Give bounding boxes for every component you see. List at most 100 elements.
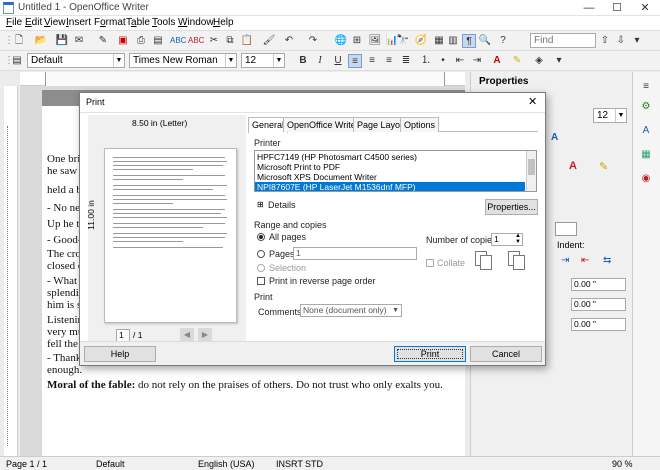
styles-deck-icon[interactable]: A <box>639 124 653 138</box>
new-document-icon[interactable]: 🗋 <box>12 34 26 48</box>
find-replace-icon[interactable]: 🔭 <box>396 34 410 48</box>
pages-input[interactable]: 1 <box>293 247 417 260</box>
underline-button[interactable]: U <box>331 54 345 68</box>
font-name-select[interactable]: Times New Roman ▼ <box>129 53 237 68</box>
minimize-button[interactable]: — <box>575 0 603 16</box>
navigator-icon[interactable]: 🧭 <box>414 34 428 48</box>
print-button[interactable]: Print <box>394 346 466 362</box>
next-page-icon[interactable]: ▶ <box>198 328 212 341</box>
indent-decrease-icon[interactable]: ⇤ <box>581 255 589 266</box>
toolbar-options-icon[interactable]: ▾ <box>552 54 566 68</box>
copy-icon[interactable]: ⧉ <box>223 34 237 48</box>
indent-after-field[interactable]: 0.00 " <box>571 298 626 311</box>
reverse-order-checkbox[interactable] <box>257 277 265 285</box>
font-size-select[interactable]: 12 ▼ <box>241 53 285 68</box>
clone-formatting-icon[interactable]: 🖌 <box>262 34 276 48</box>
printer-list-scrollbar[interactable] <box>526 151 536 191</box>
hyperlink-icon[interactable]: 🌐 <box>334 34 348 48</box>
menu-view[interactable]: View <box>44 17 66 28</box>
navigator-deck-icon[interactable]: ◉ <box>639 172 653 186</box>
sidebar-menu-icon[interactable]: ≡ <box>639 80 653 94</box>
first-line-indent-field[interactable]: 0.00 " <box>571 318 626 331</box>
status-insert-mode[interactable]: INSRT <box>276 459 303 469</box>
sidebar-font-size-select[interactable]: 12 ▼ <box>593 108 627 123</box>
open-folder-icon[interactable]: 📂 <box>34 34 48 48</box>
export-pdf-icon[interactable]: ▣ <box>116 34 130 48</box>
spinner-arrows-icon[interactable]: ▲ ▼ <box>515 233 521 245</box>
status-language[interactable]: English (USA) <box>198 459 255 469</box>
menu-edit[interactable]: Edit <box>25 17 42 28</box>
selection-radio[interactable] <box>257 264 265 272</box>
printer-item[interactable]: HPFC7149 (HP Photosmart C4500 series) <box>255 152 525 162</box>
cancel-button[interactable]: Cancel <box>470 346 542 362</box>
dialog-close-icon[interactable]: ✕ <box>528 95 537 108</box>
align-center-icon[interactable]: ≡ <box>365 54 379 68</box>
copies-input[interactable]: 1 ▲ ▼ <box>491 233 523 246</box>
menu-table[interactable]: Table <box>126 17 150 28</box>
printer-list[interactable]: HPFC7149 (HP Photosmart C4500 series) Mi… <box>254 150 537 192</box>
cut-icon[interactable]: ✂ <box>207 34 221 48</box>
printer-item-selected[interactable]: NPI87607E (HP LaserJet M1536dnf MFP) <box>255 182 525 191</box>
tab-openoffice-writer[interactable]: OpenOffice Writer <box>283 117 363 132</box>
align-right-icon[interactable]: ≡ <box>382 54 396 68</box>
toolbar-options-icon[interactable]: ▾ <box>630 34 644 48</box>
page-preview-icon[interactable]: ▤ <box>151 34 165 48</box>
properties-deck-icon[interactable]: ⚙ <box>639 100 653 114</box>
align-left-icon[interactable]: ≡ <box>348 54 362 68</box>
font-color-icon[interactable]: A <box>490 54 504 68</box>
details-label[interactable]: Details <box>268 200 296 210</box>
formatting-marks-icon[interactable]: ¶ <box>462 34 476 48</box>
menu-window[interactable]: Window <box>178 17 214 28</box>
table-icon[interactable]: ⊞ <box>350 34 364 48</box>
menu-tools[interactable]: Tools <box>152 17 175 28</box>
find-input[interactable]: Find <box>530 33 596 48</box>
data-sources-icon[interactable]: ▥ <box>446 34 460 48</box>
gallery-icon[interactable]: ▦ <box>432 34 446 48</box>
sidebar-spacing-icon[interactable] <box>555 222 577 236</box>
status-selection-mode[interactable]: STD <box>305 459 323 469</box>
help-icon[interactable]: ? <box>496 34 510 48</box>
autospellcheck-icon[interactable]: ABC <box>188 34 204 48</box>
edit-file-icon[interactable]: ✎ <box>96 34 110 48</box>
menu-help[interactable]: Help <box>213 17 234 28</box>
justify-icon[interactable]: ≣ <box>399 54 413 68</box>
zoom-icon[interactable]: 🔍 <box>478 34 492 48</box>
sidebar-font-color-icon[interactable]: A <box>569 160 583 174</box>
properties-button[interactable]: Properties... <box>485 199 538 215</box>
help-button[interactable]: Help <box>84 346 156 362</box>
spellcheck-icon[interactable]: ABC <box>170 34 186 48</box>
sidebar-highlight-icon[interactable]: ✎ <box>599 160 613 174</box>
redo-icon[interactable]: ↷ <box>306 34 320 48</box>
horizontal-ruler[interactable] <box>20 72 465 86</box>
details-expander-icon[interactable]: ⊞ <box>257 200 264 209</box>
highlight-icon[interactable]: ✎ <box>510 54 524 68</box>
printer-item[interactable]: Microsoft Print to PDF <box>255 162 525 172</box>
print-icon[interactable]: ⎙ <box>134 34 148 48</box>
indent-increase-icon[interactable]: ⇥ <box>561 255 569 266</box>
tab-options[interactable]: Options <box>400 117 440 132</box>
menu-format[interactable]: Format <box>94 17 126 28</box>
bold-button[interactable]: B <box>296 54 310 68</box>
numbering-icon[interactable]: ⒈ <box>419 54 433 68</box>
menu-file[interactable]: File <box>6 17 22 28</box>
close-button[interactable]: ✕ <box>631 0 659 16</box>
previous-page-icon[interactable]: ◀ <box>180 328 194 341</box>
pages-radio[interactable] <box>257 250 265 258</box>
find-previous-icon[interactable]: ⇧ <box>598 34 612 48</box>
menu-insert[interactable]: Insert <box>66 17 91 28</box>
collate-checkbox[interactable] <box>426 259 434 267</box>
grow-font-icon[interactable]: A <box>551 132 565 146</box>
vertical-ruler[interactable] <box>4 86 18 456</box>
styles-icon[interactable]: ▤ <box>10 54 24 68</box>
save-icon[interactable]: 💾 <box>55 34 69 48</box>
maximize-button[interactable]: ☐ <box>603 0 631 16</box>
indent-before-field[interactable]: 0.00 " <box>571 278 626 291</box>
all-pages-radio[interactable] <box>257 233 265 241</box>
scrollbar-thumb[interactable] <box>528 159 535 175</box>
printer-item[interactable]: Microsoft XPS Document Writer <box>255 172 525 182</box>
hanging-indent-icon[interactable]: ⇆ <box>603 255 611 266</box>
italic-button[interactable]: I <box>313 54 327 68</box>
find-next-icon[interactable]: ⇩ <box>614 34 628 48</box>
comments-select[interactable]: None (document only) ▼ <box>300 304 402 317</box>
paragraph-style-select[interactable]: Default ▼ <box>27 53 125 68</box>
